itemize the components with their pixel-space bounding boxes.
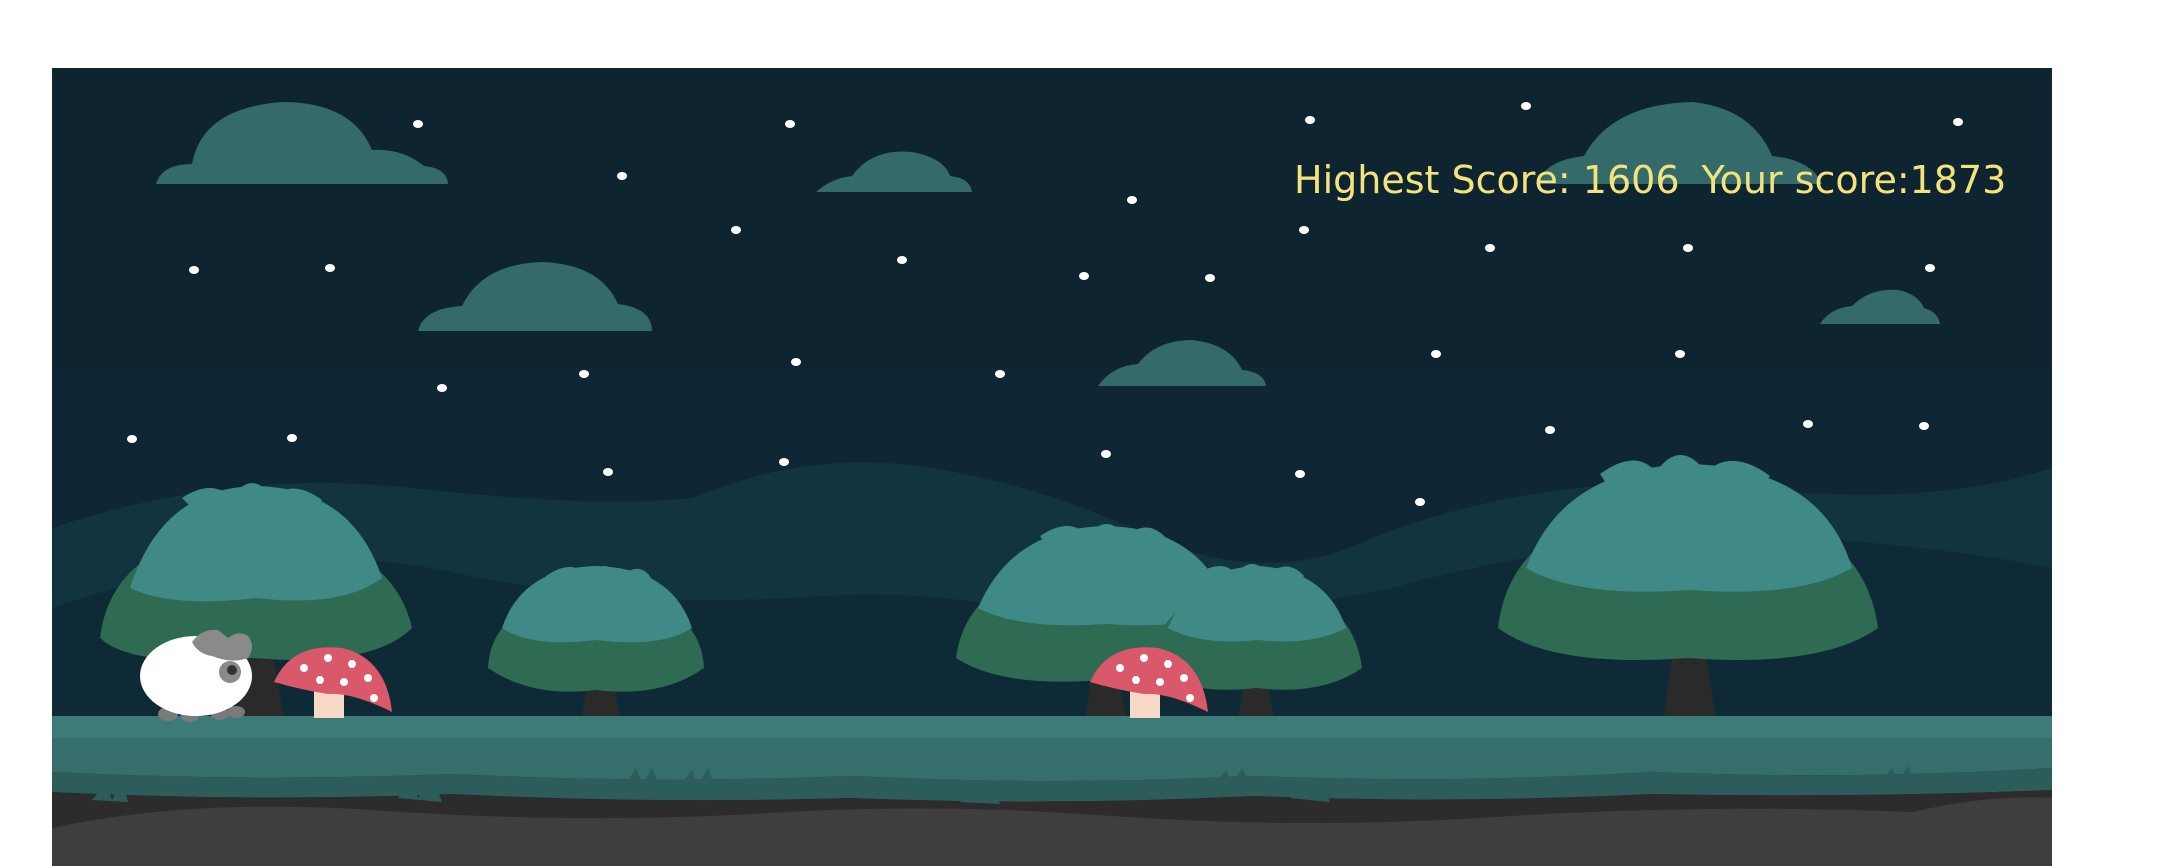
current-score-label: Your score:1873 — [1701, 158, 2007, 202]
game-canvas[interactable]: Highest Score: 1606 Your score:1873 — [52, 68, 2052, 866]
highest-score-label: Highest Score: 1606 — [1294, 158, 1680, 202]
ground-grass — [52, 716, 2052, 738]
score-display: Highest Score: 1606 Your score:1873 — [1294, 158, 2006, 202]
